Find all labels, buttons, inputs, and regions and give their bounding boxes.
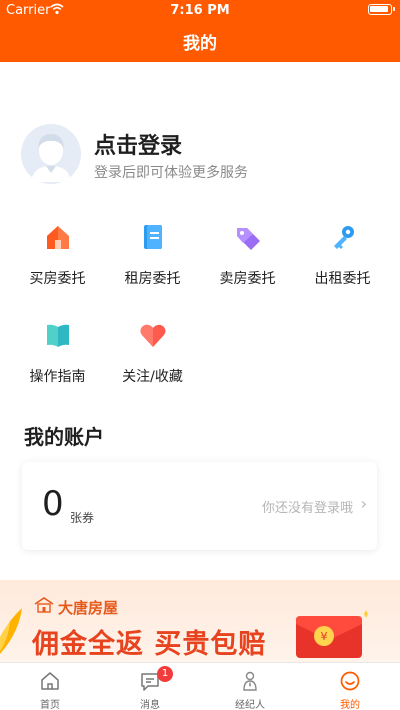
- login-subtitle: 登录后即可体验更多服务: [94, 165, 248, 181]
- chevron-right-icon: ›: [360, 494, 367, 513]
- tab-home[interactable]: 首页: [0, 663, 100, 710]
- book-icon: [47, 324, 69, 347]
- heart-icon: [140, 324, 166, 347]
- tag-icon: [237, 228, 260, 250]
- banner-brand: 大唐房屋: [58, 599, 119, 617]
- tab-bar: 首页 1 消息 经纪人 我的: [0, 662, 400, 710]
- tab-label: 首页: [40, 700, 60, 710]
- brand-logo-icon: [34, 597, 54, 613]
- service-label: 出租委托: [314, 271, 371, 287]
- service-rent-entrust[interactable]: 租房委托: [105, 222, 200, 292]
- promo-banner[interactable]: 大唐房屋 佣金全返 买贵包赔 ¥: [0, 580, 400, 662]
- clock: 7:16 PM: [170, 3, 230, 18]
- tab-agent[interactable]: 经纪人: [200, 663, 300, 710]
- avatar-icon[interactable]: [21, 124, 81, 184]
- service-label: 操作指南: [29, 369, 86, 385]
- service-guide[interactable]: 操作指南: [10, 320, 105, 390]
- service-sell-entrust[interactable]: 卖房委托: [200, 222, 295, 292]
- leaf-decoration-icon: [0, 608, 22, 654]
- red-envelope-icon: ¥: [296, 610, 368, 658]
- banner-slogan: 佣金全返 买贵包赔: [32, 629, 267, 660]
- service-buy-entrust[interactable]: 买房委托: [10, 222, 105, 292]
- account-card[interactable]: 0 张券 你还没有登录哦 ›: [22, 462, 377, 550]
- login-hint[interactable]: 你还没有登录哦: [262, 497, 353, 516]
- tab-mine[interactable]: 我的: [300, 663, 400, 710]
- house-icon: [47, 226, 69, 249]
- home-icon: [41, 672, 59, 690]
- status-bar: Carrier 7:16 PM: [0, 0, 400, 20]
- battery-icon: [368, 4, 395, 15]
- smile-icon: [340, 671, 360, 691]
- coupon-unit: 张券: [70, 511, 95, 525]
- service-label: 租房委托: [124, 271, 181, 287]
- login-title[interactable]: 点击登录: [94, 128, 182, 160]
- service-favorites[interactable]: 关注/收藏: [105, 320, 200, 390]
- service-lease-entrust[interactable]: 出租委托: [295, 222, 390, 292]
- coupon-count: 0: [42, 484, 64, 524]
- svg-text:¥: ¥: [321, 630, 328, 643]
- service-label: 关注/收藏: [122, 369, 183, 385]
- page-title: 我的: [183, 34, 217, 54]
- navigation-bar: 我的: [0, 20, 400, 62]
- account-section-title: 我的账户: [24, 425, 104, 449]
- tab-label: 消息: [140, 700, 160, 710]
- tab-label: 经纪人: [235, 700, 265, 710]
- tab-label: 我的: [340, 700, 360, 710]
- agent-icon: [243, 671, 257, 691]
- key-icon: [334, 226, 354, 249]
- login-profile[interactable]: 点击登录 登录后即可体验更多服务: [21, 124, 381, 186]
- service-label: 买房委托: [29, 271, 86, 287]
- service-label: 卖房委托: [219, 271, 276, 287]
- document-icon: [144, 225, 162, 249]
- message-badge: 1: [157, 666, 173, 682]
- tab-messages[interactable]: 1 消息: [100, 663, 200, 710]
